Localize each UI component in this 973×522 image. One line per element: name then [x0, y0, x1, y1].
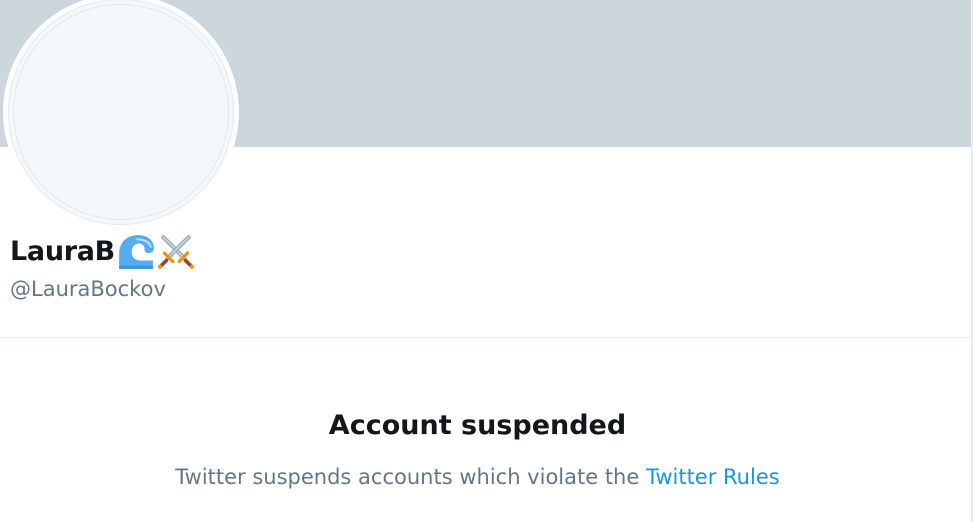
profile-page: LauraB @LauraBockov Account suspended Tw… [0, 0, 973, 522]
water-wave-icon [119, 235, 154, 269]
avatar[interactable] [3, 0, 239, 230]
profile-handle: @LauraBockov [10, 277, 166, 301]
display-name: LauraB [10, 236, 115, 267]
avatar-placeholder [13, 4, 229, 220]
twitter-rules-link[interactable]: Twitter Rules [646, 465, 780, 489]
suspended-message: Twitter suspends accounts which violate … [0, 460, 955, 494]
divider [0, 337, 971, 338]
profile-name-row: LauraB [10, 232, 195, 272]
crossed-swords-icon [158, 235, 194, 269]
suspended-message-text: Twitter suspends accounts which violate … [175, 465, 646, 489]
suspended-title: Account suspended [328, 410, 627, 441]
